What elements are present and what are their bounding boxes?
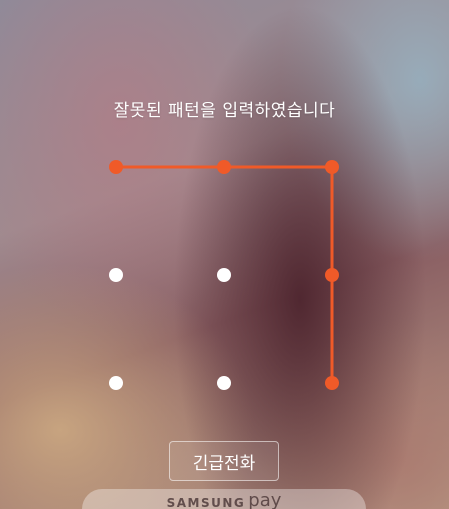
pattern-dot-5[interactable] [217,268,231,282]
pattern-dot-2[interactable] [217,160,231,174]
samsung-pay-handle[interactable]: SAMSUNG pay [82,489,366,509]
pay-logo-text: pay [248,490,282,509]
pattern-dot-1[interactable] [109,160,123,174]
pattern-dot-7[interactable] [109,376,123,390]
pattern-dot-9[interactable] [325,376,339,390]
pattern-dot-6[interactable] [325,268,339,282]
pattern-dot-8[interactable] [217,376,231,390]
pattern-grid[interactable] [0,0,449,509]
lock-screen: 잘못된 패턴을 입력하였습니다 긴급전화 SAMSUNG pay [0,0,449,509]
emergency-call-button[interactable]: 긴급전화 [169,441,279,481]
pattern-dot-3[interactable] [325,160,339,174]
pattern-dot-4[interactable] [109,268,123,282]
samsung-logo-text: SAMSUNG [166,496,246,509]
emergency-call-label: 긴급전화 [192,453,256,474]
